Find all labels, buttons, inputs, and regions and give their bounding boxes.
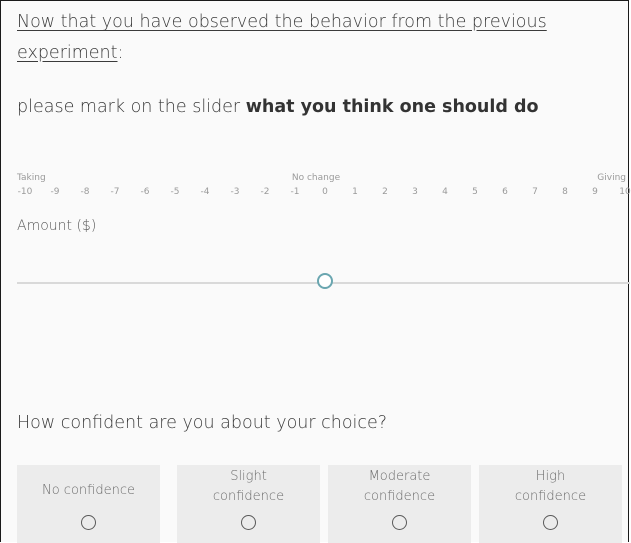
slider-prompt: please mark on the slider what you think…	[17, 97, 617, 117]
slider-tick-label: -8	[80, 187, 90, 197]
slider-tick-label: 9	[592, 187, 598, 197]
radio-button[interactable]	[80, 515, 96, 530]
slider-thumb[interactable]	[317, 273, 333, 289]
radio-button[interactable]	[542, 515, 558, 530]
slider-tick-label: -1	[290, 187, 300, 197]
scale-left-label: Taking	[17, 173, 46, 183]
scale-center-label: No change	[291, 173, 341, 183]
confidence-option-none[interactable]: No confidence	[17, 465, 160, 543]
confidence-option-label: Moderate confidence	[363, 469, 436, 504]
intro-colon: :	[117, 43, 124, 63]
slider-tick-label: 5	[472, 187, 478, 197]
confidence-question: How confident are you about your choice?	[17, 413, 388, 433]
slider-tick-label: 8	[562, 187, 568, 197]
intro-underlined-text: Now that you have observed the behavior …	[17, 12, 547, 63]
slider-tick-label: -10	[17, 187, 33, 197]
confidence-option-moderate[interactable]: Moderate confidence	[328, 465, 471, 543]
slider-tick-label: -5	[170, 187, 180, 197]
intro-text: Now that you have observed the behavior …	[17, 7, 607, 69]
slider-tick-labels: -10 -9 -8 -7 -6 -5 -4 -3 -2 -1 0 1 2 3 4 5 6 7 8 9 10	[1, 187, 631, 201]
slider-tick-label: 6	[502, 187, 508, 197]
slider-tick-label: 2	[382, 187, 388, 197]
slider-tick-label: -6	[140, 187, 150, 197]
scale-right-label: Giving	[597, 173, 626, 183]
confidence-option-label: Slight confidence	[212, 469, 285, 504]
radio-button[interactable]	[240, 515, 256, 530]
slider-tick-label: -9	[50, 187, 60, 197]
amount-label: Amount ($)	[17, 218, 97, 234]
radio-button[interactable]	[391, 515, 407, 530]
confidence-option-high[interactable]: High confidence	[479, 465, 622, 543]
confidence-option-slight[interactable]: Slight confidence	[177, 465, 320, 543]
confidence-option-label: High confidence	[514, 469, 587, 504]
slider-tick-label: 7	[532, 187, 538, 197]
prompt-bold: what you think one should do	[245, 97, 539, 117]
slider-tick-label: 1	[352, 187, 358, 197]
slider-tick-label: 0	[322, 187, 328, 197]
confidence-option-label: No confidence	[42, 483, 135, 498]
survey-panel: Now that you have observed the behavior …	[0, 0, 631, 543]
confidence-options: No confidence Slight confidence Moderate…	[17, 465, 630, 543]
slider-tick-label: 4	[442, 187, 448, 197]
slider-tick-label: 3	[412, 187, 418, 197]
slider-tick-label: -2	[260, 187, 270, 197]
slider-tick-label: -7	[110, 187, 120, 197]
prompt-prefix: please mark on the slider	[17, 97, 246, 117]
slider-tick-label: -3	[230, 187, 240, 197]
slider-tick-label: 10	[619, 187, 631, 197]
slider-tick-label: -4	[200, 187, 210, 197]
